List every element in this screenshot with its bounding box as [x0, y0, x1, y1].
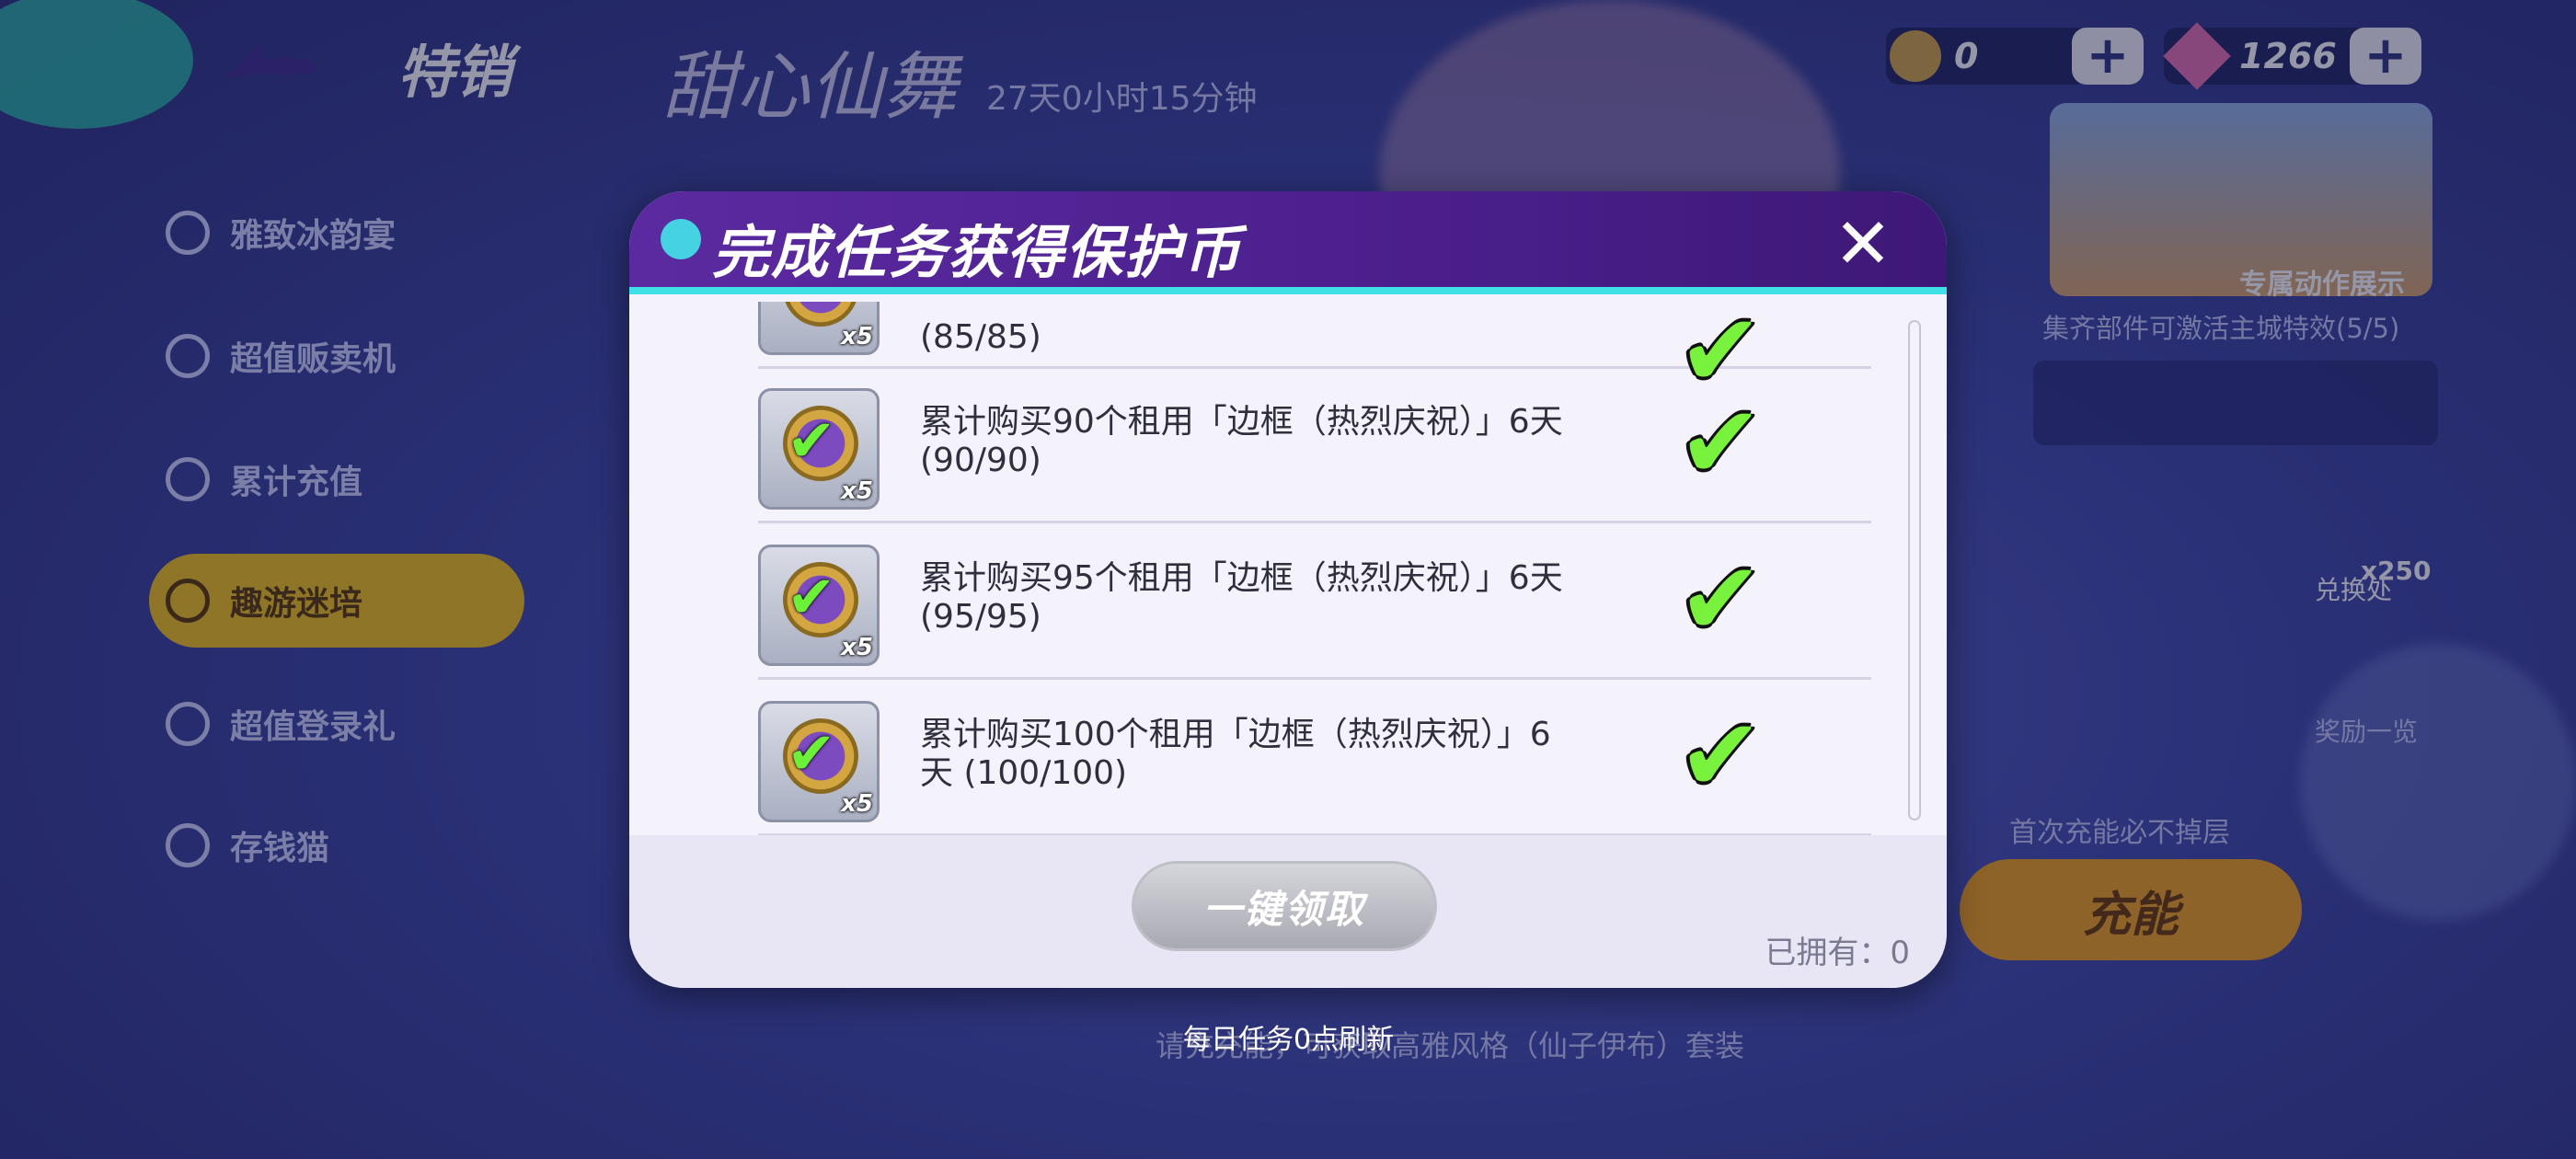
task-row: x5 (85/85) ✔: [758, 302, 1871, 401]
protect-coin-icon: [661, 219, 701, 259]
task-row: ✔ x5 累计购买100个租用「边框（热烈庆祝）」6天 (100/100) ✔: [758, 679, 1871, 835]
task-text: (85/85): [920, 318, 1041, 356]
reward-icon: ✔ x5: [758, 388, 880, 510]
modal-header: 完成任务获得保护币 ✕: [629, 191, 1947, 294]
close-button[interactable]: ✕: [1831, 209, 1895, 279]
check-icon: ✔: [1678, 540, 1764, 658]
task-text: 累计购买100个租用「边框（热烈庆祝）」6天 (100/100): [920, 716, 1551, 792]
task-row: ✔ x5 累计购买90个租用「边框（热烈庆祝）」6天 (90/90) ✔: [758, 366, 1871, 523]
scrollbar[interactable]: [1908, 320, 1921, 820]
modal-footer: 一键领取 已拥有：0: [629, 835, 1947, 988]
check-icon: ✔: [1678, 384, 1764, 501]
task-text: 累计购买95个租用「边框（热烈庆祝）」6天 (95/95): [920, 559, 1563, 636]
task-text: 累计购买90个租用「边框（热烈庆祝）」6天 (90/90): [920, 403, 1563, 479]
tick-icon: ✔: [787, 564, 836, 632]
check-icon: ✔: [1678, 696, 1764, 814]
task-modal: 完成任务获得保护币 ✕ x5 (85/85) ✔ ✔ x5 累计购买90个租用「…: [629, 191, 1947, 988]
reward-icon: x5: [758, 302, 880, 355]
claim-all-button[interactable]: 一键领取: [1132, 861, 1437, 951]
tick-icon: ✔: [787, 407, 836, 476]
reward-icon: ✔ x5: [758, 545, 880, 666]
task-list[interactable]: x5 (85/85) ✔ ✔ x5 累计购买90个租用「边框（热烈庆祝）」6天 …: [629, 302, 1947, 835]
reward-icon: ✔ x5: [758, 701, 880, 822]
modal-title: 完成任务获得保护币: [712, 219, 1243, 286]
tick-icon: ✔: [787, 720, 836, 788]
task-row: ✔ x5 累计购买95个租用「边框（热烈庆祝）」6天 (95/95) ✔: [758, 522, 1871, 680]
header-accent-stripe: [629, 287, 1947, 294]
refresh-note: 每日任务0点刷新: [1183, 1024, 1395, 1056]
owned-count: 已拥有：0: [1765, 935, 1910, 971]
